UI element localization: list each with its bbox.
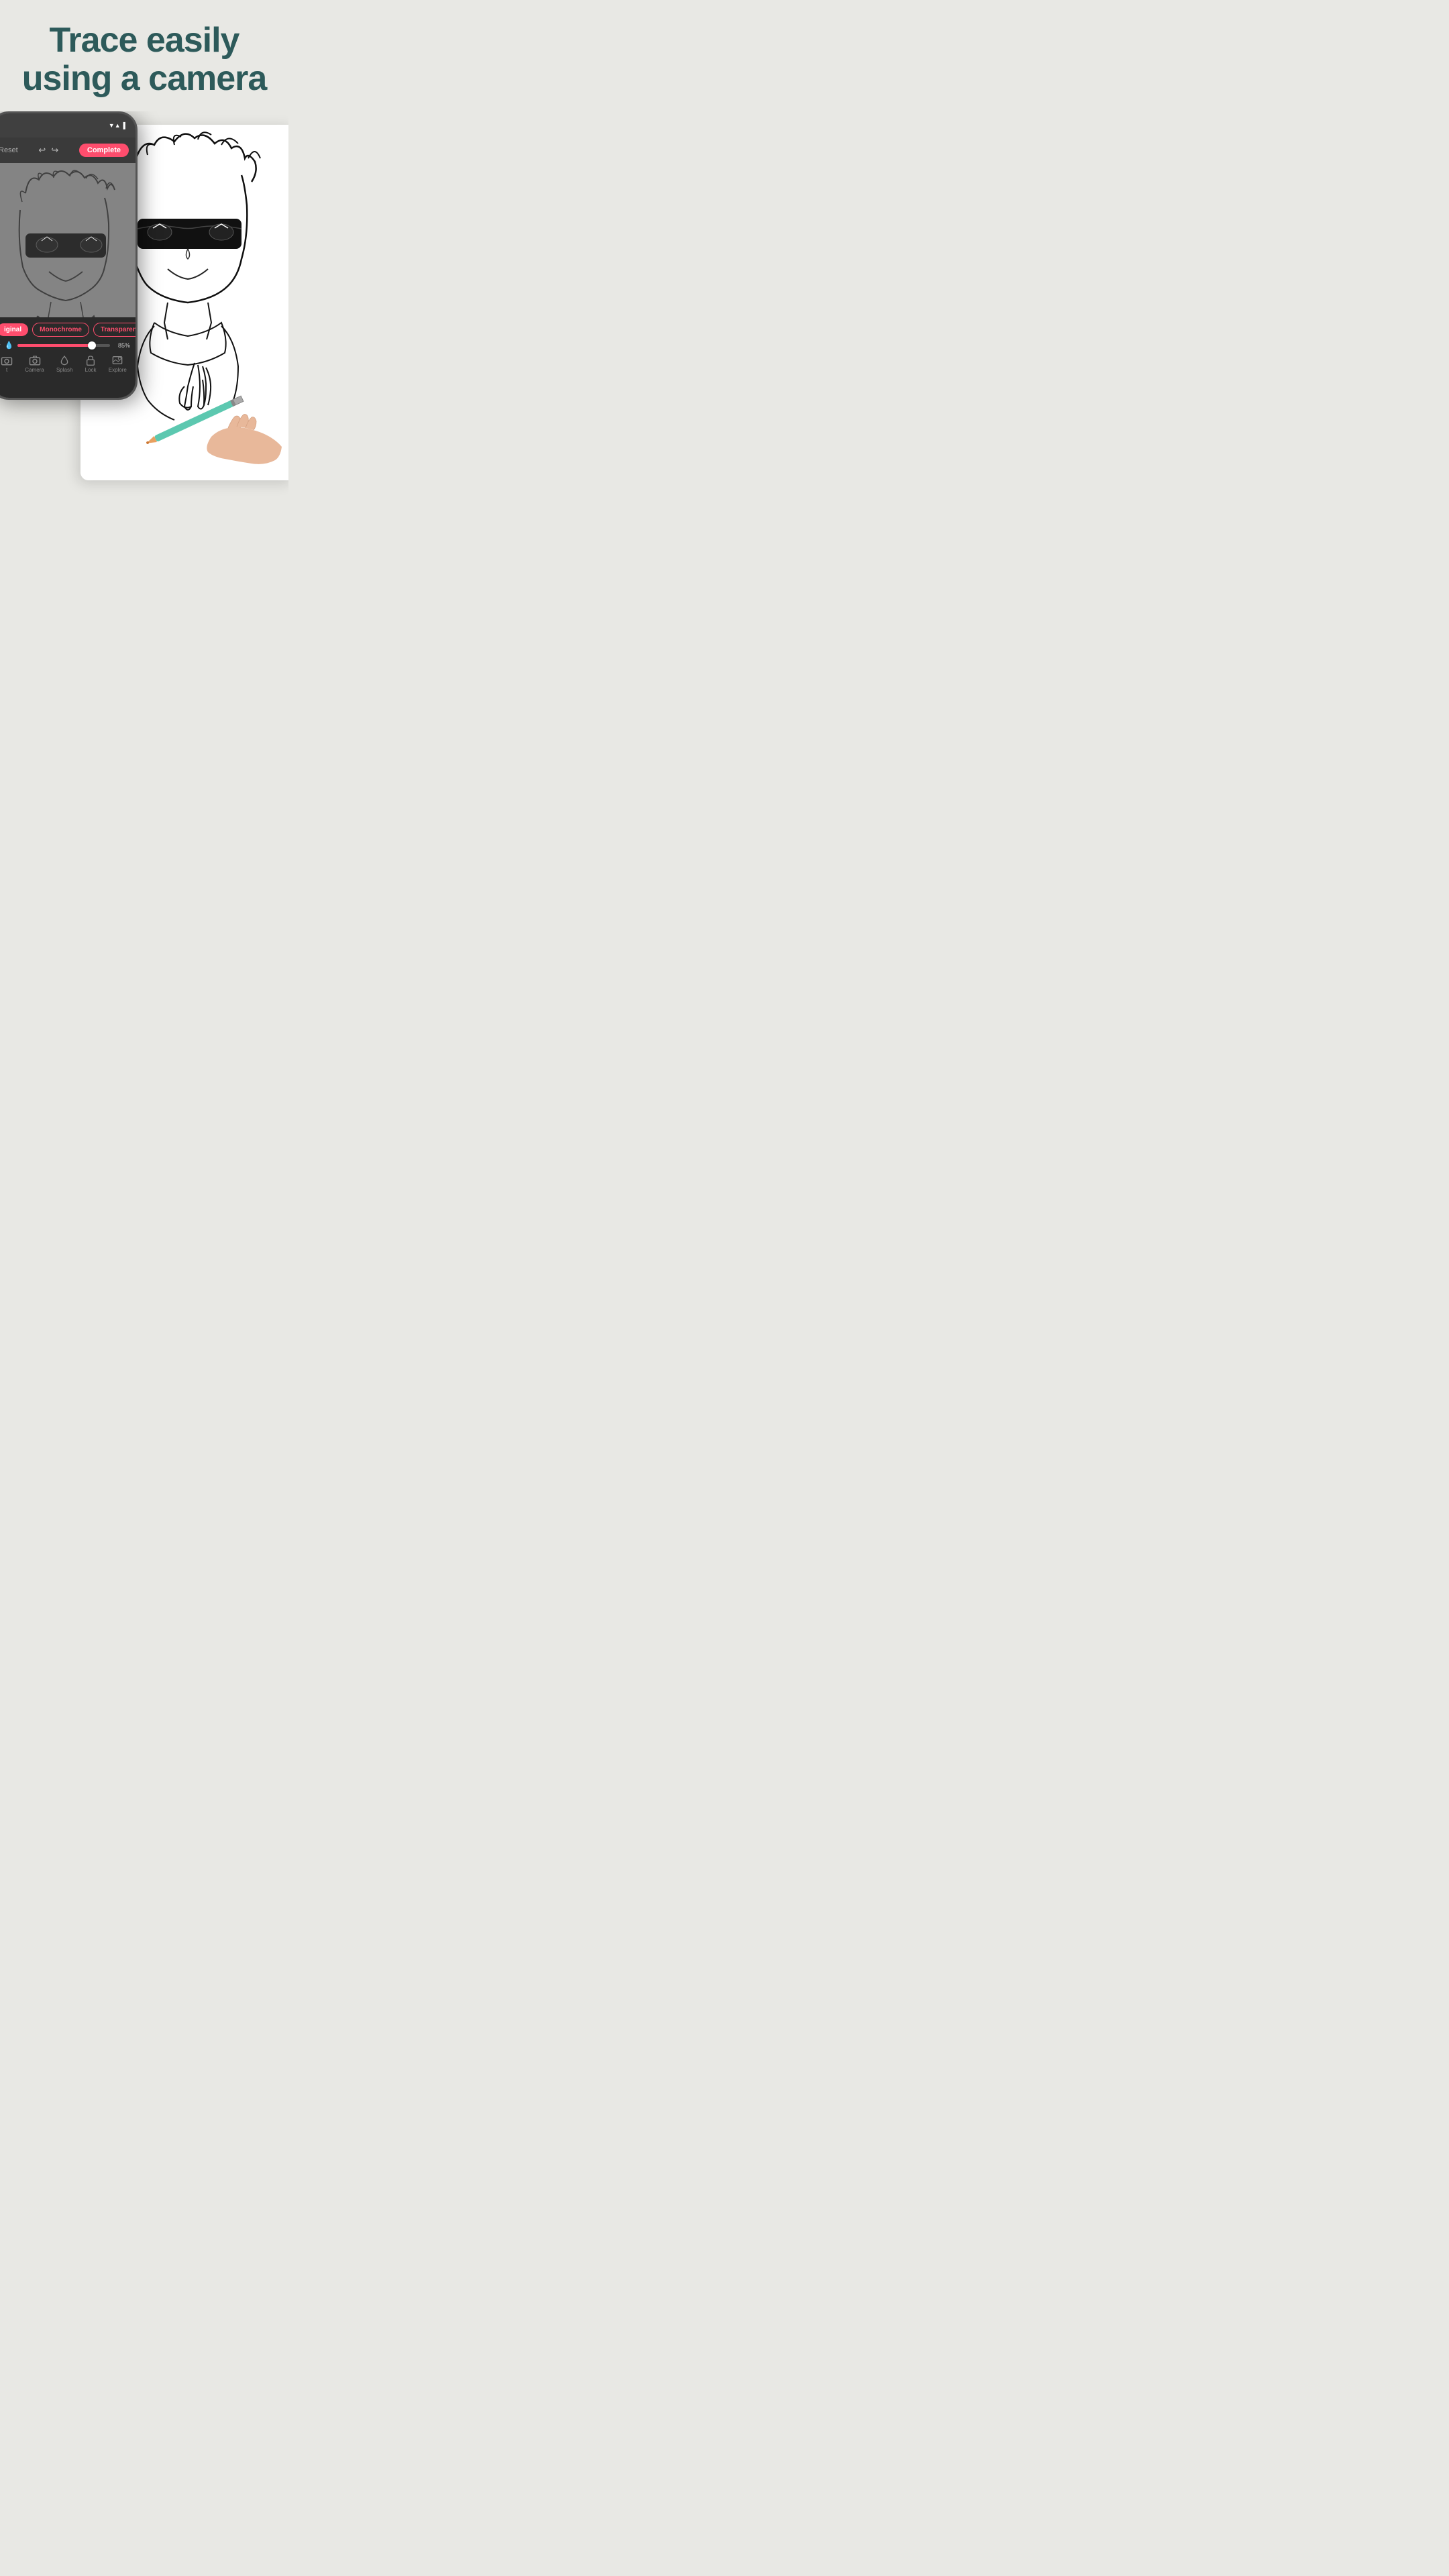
nav-item-lock[interactable]: Lock [85,355,97,373]
slider-label-y: y [0,342,1,349]
phone-mockup: ▼▲ ▌ Reset ↩ ↪ Complete [0,111,138,400]
nav-label-lock: Lock [85,367,97,373]
signal-icon: ▼▲ [109,122,121,129]
slider-value: 85% [114,342,130,349]
filter-monochrome[interactable]: Monochrome [32,323,89,337]
nav-label-explore: Explore [109,367,127,373]
phone-screen: ▼▲ ▌ Reset ↩ ↪ Complete [0,113,136,398]
phone-drawing-area [0,163,136,317]
reset-label[interactable]: Reset [0,146,18,154]
headline-line1: Trace easily [50,21,239,60]
redo-icon[interactable]: ↪ [51,145,58,156]
nav-label-splash: Splash [56,367,72,373]
filter-pills: iginal Monochrome Transparent [0,317,136,339]
slider-row: y 💧 85% [0,339,136,351]
undo-icon[interactable]: ↩ [38,145,46,156]
header-section: Trace easily using a camera [0,0,288,111]
main-content: ▼▲ ▌ Reset ↩ ↪ Complete [0,111,288,500]
battery-icon: ▌ [123,122,127,129]
nav-icon-camera [29,355,41,366]
nav-icon-splash [58,355,70,366]
phone-anime-svg [0,163,136,317]
nav-item-explore[interactable]: Explore [109,355,127,373]
bottom-nav: t Camera [0,351,136,376]
status-icons: ▼▲ ▌ [109,122,127,129]
opacity-icon: 💧 [5,341,14,350]
filter-original[interactable]: iginal [0,323,28,336]
hand-pencil-container [114,380,282,474]
nav-icon-lock [86,355,95,366]
slider-track[interactable] [17,344,110,347]
nav-label-t: t [6,367,7,373]
nav-icon-camera-t [1,355,13,366]
nav-item-t[interactable]: t [1,355,13,373]
headline-line2: using a camera [22,59,267,98]
nav-item-camera[interactable]: Camera [25,355,44,373]
toolbar-arrows: ↩ ↪ [38,145,58,156]
nav-item-splash[interactable]: Splash [56,355,72,373]
nav-icon-explore [111,355,123,366]
complete-button[interactable]: Complete [79,144,129,157]
slider-thumb[interactable] [88,341,96,350]
nav-label-camera: Camera [25,367,44,373]
filter-transparent[interactable]: Transparent [93,323,136,337]
slider-fill [17,344,96,347]
headline: Trace easily using a camera [13,21,275,98]
hand-pencil-svg [114,380,282,474]
phone-status-bar: ▼▲ ▌ [0,113,136,138]
phone-toolbar: Reset ↩ ↪ Complete [0,138,136,163]
